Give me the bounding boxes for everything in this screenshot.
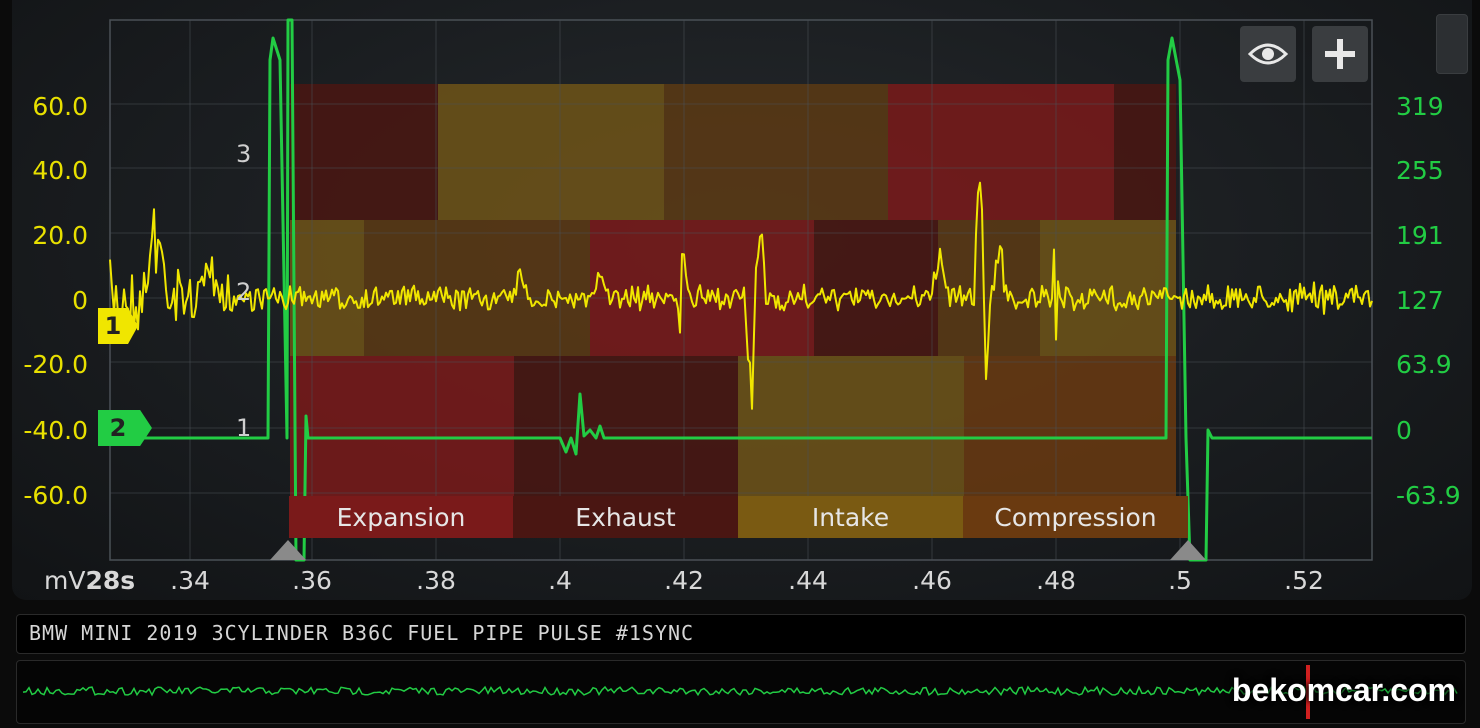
- add-button[interactable]: [1312, 26, 1368, 82]
- heatmap-cell: [590, 220, 814, 356]
- heatmap-cell: [514, 356, 738, 496]
- title-bar: BMW MINI 2019 3CYLINDER B36C FUEL PIPE P…: [16, 614, 1466, 654]
- unit-text: mV: [44, 566, 86, 595]
- cylinder-label: 1: [236, 414, 252, 442]
- right-axis-tick: 63.9: [1396, 350, 1452, 379]
- plus-icon: [1325, 39, 1355, 69]
- left-axis-tick: -40.0: [23, 416, 88, 445]
- x-axis-tick: .46: [912, 566, 952, 595]
- heatmap-cell: [964, 356, 1176, 496]
- heatmap-cell: [814, 220, 938, 356]
- x-axis-unit-label[interactable]: mV28s: [44, 566, 135, 595]
- x-axis-tick: .42: [664, 566, 704, 595]
- x-axis-tick: .52: [1284, 566, 1324, 595]
- right-axis-tick: 191: [1396, 221, 1444, 250]
- heatmap-cell: [738, 356, 964, 496]
- left-axis-tick: 40.0: [32, 156, 88, 185]
- cylinder-label: 3: [236, 140, 252, 168]
- view-toggle-button[interactable]: [1240, 26, 1296, 82]
- eye-icon: [1248, 43, 1288, 65]
- channel-2-marker-label: 2: [109, 414, 127, 442]
- channel-1-marker-label: 1: [104, 312, 122, 340]
- cursor-a-handle-icon[interactable]: [270, 540, 306, 560]
- x-axis-tick: .34: [170, 566, 210, 595]
- heatmap-cell: [364, 220, 590, 356]
- waveform-title: BMW MINI 2019 3CYLINDER B36C FUEL PIPE P…: [29, 621, 695, 645]
- phase-exhaust: Exhaust: [513, 496, 738, 538]
- x-axis-tick: .38: [416, 566, 456, 595]
- x-axis-tick: .48: [1036, 566, 1076, 595]
- cursor-b-handle-icon[interactable]: [1170, 540, 1206, 560]
- right-axis-tick: -63.9: [1396, 481, 1461, 510]
- x-axis-tick: .4: [548, 566, 572, 595]
- side-panel-handle[interactable]: [1436, 14, 1468, 74]
- timebase-text: 28s: [85, 566, 136, 595]
- right-axis-tick: 127: [1396, 286, 1444, 315]
- left-axis-tick: 20.0: [32, 221, 88, 250]
- phase-intake: Intake: [738, 496, 963, 538]
- x-axis-tick: .44: [788, 566, 828, 595]
- cylinder-label: 2: [236, 278, 252, 306]
- heatmap-cell: [290, 356, 514, 496]
- heatmap-cell: [1040, 220, 1176, 356]
- phase-expansion: Expansion: [289, 496, 513, 538]
- right-axis-tick: 0: [1396, 416, 1412, 445]
- left-axis-tick: -20.0: [23, 350, 88, 379]
- right-axis-tick: 319: [1396, 92, 1444, 121]
- left-axis-tick: 0: [72, 286, 88, 315]
- watermark: bekomcar.com: [1231, 672, 1456, 708]
- phase-compression: Compression: [963, 496, 1188, 538]
- left-axis-tick: 60.0: [32, 92, 88, 121]
- right-axis-tick: 255: [1396, 156, 1444, 185]
- x-axis-tick: .36: [292, 566, 332, 595]
- left-axis-tick: -60.0: [23, 481, 88, 510]
- x-axis-tick: .5: [1168, 566, 1192, 595]
